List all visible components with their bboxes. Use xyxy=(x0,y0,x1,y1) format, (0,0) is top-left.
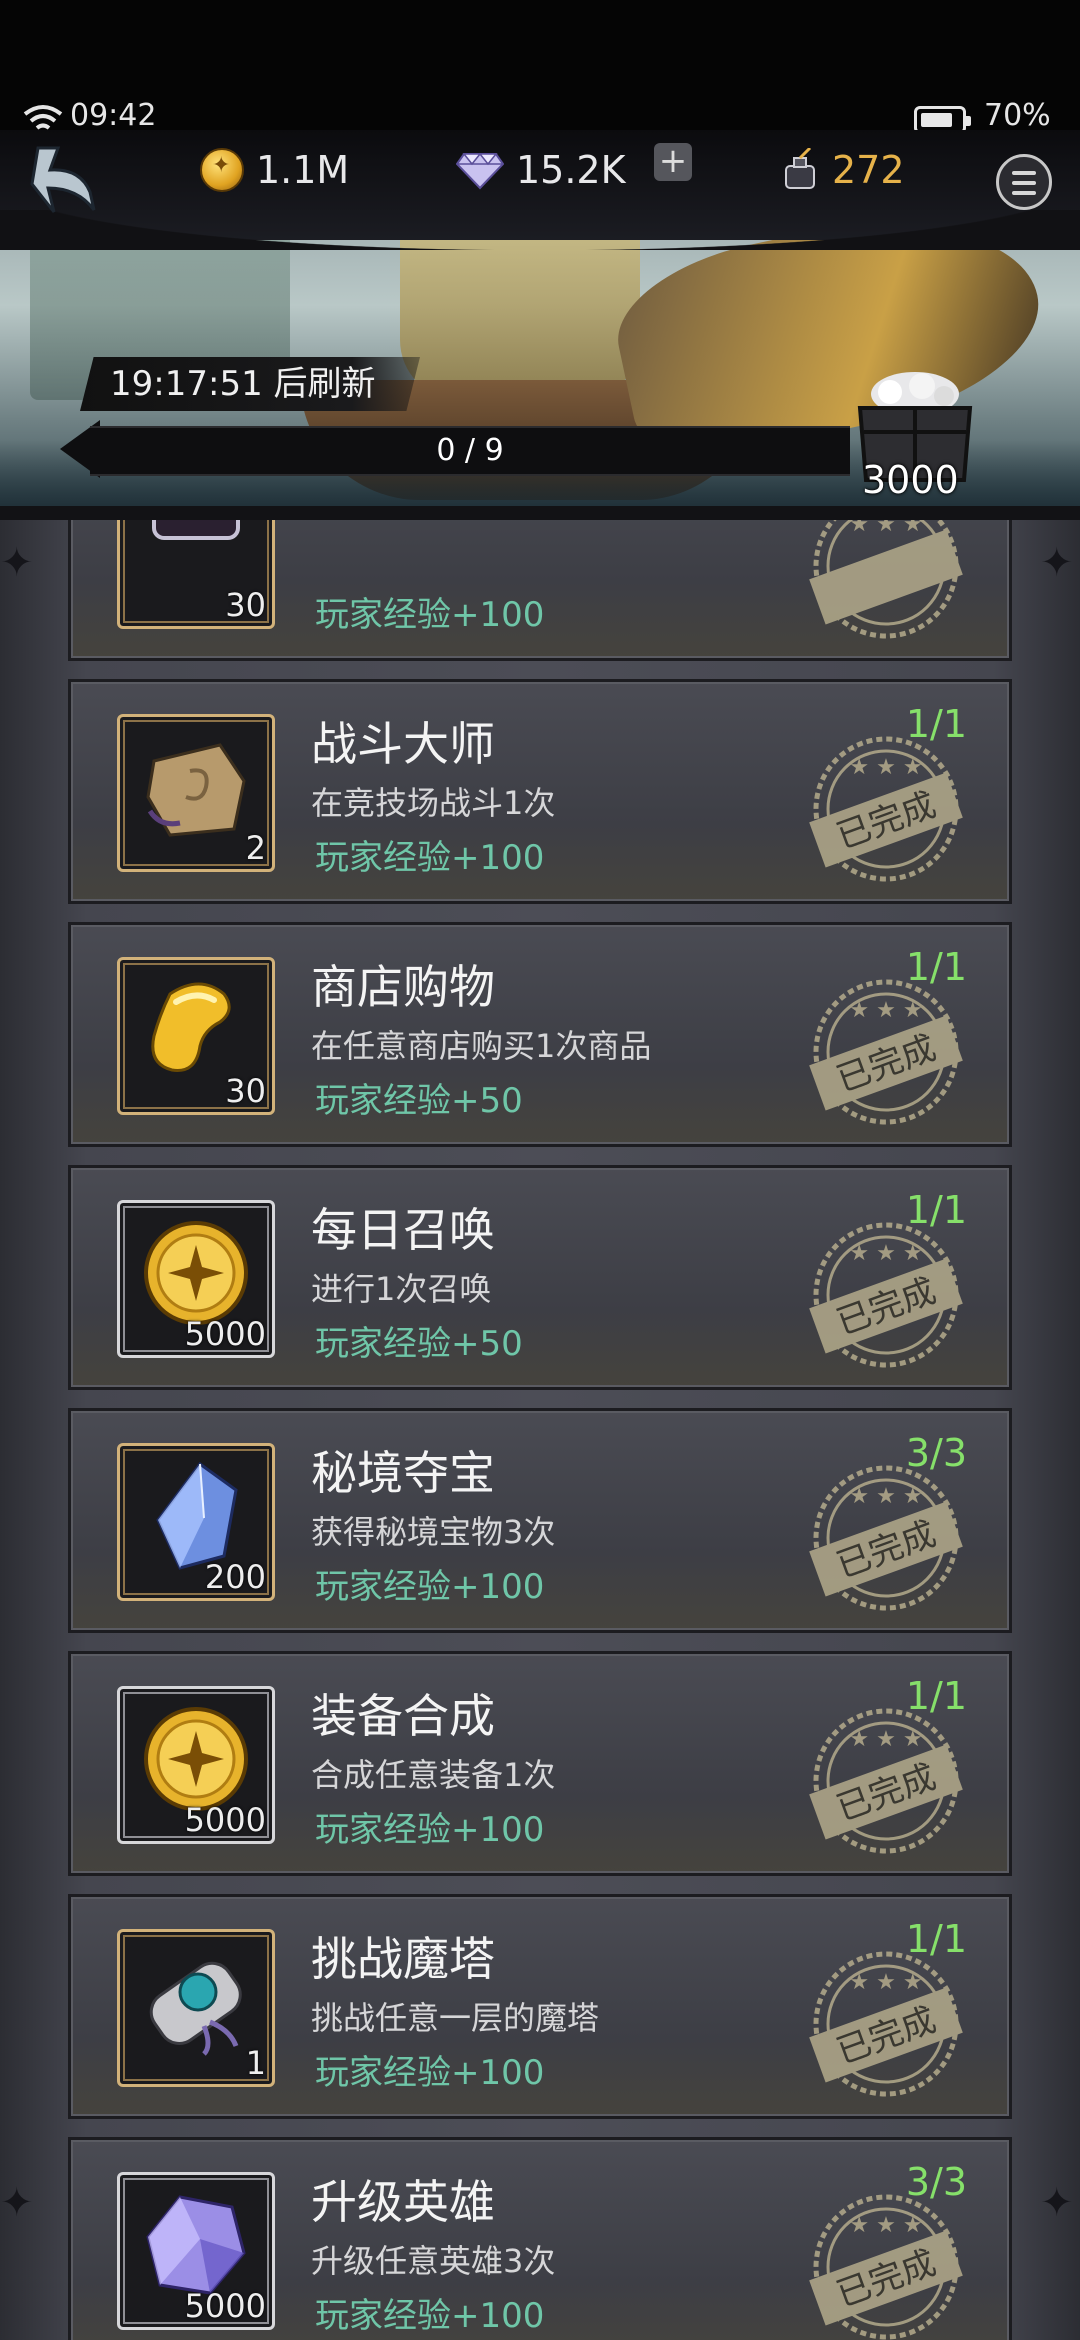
battery-percent: 70% xyxy=(984,98,1051,133)
gem-amount: 15.2K xyxy=(516,148,626,192)
progress-text: 0 / 9 xyxy=(436,433,504,468)
svg-text:★ ★ ★: ★ ★ ★ xyxy=(849,520,922,537)
task-exp-reward: 玩家经验+100 xyxy=(315,1810,545,1850)
reward-count: 30 xyxy=(225,1072,266,1110)
diamond-icon xyxy=(456,152,504,190)
svg-text:★ ★ ★: ★ ★ ★ xyxy=(849,1241,922,1266)
add-gems-button[interactable]: + xyxy=(654,143,692,181)
completed-stamp-icon: ★ ★ ★已完成 xyxy=(809,2194,963,2340)
task-exp-reward: 玩家经验+50 xyxy=(315,1324,523,1364)
corner-ornament: ✦ xyxy=(0,2180,34,2226)
reward-count: 1 xyxy=(245,2044,266,2082)
task-title: 升级英雄 xyxy=(311,2175,495,2229)
reward-item[interactable]: 200 xyxy=(117,1443,275,1601)
reward-item[interactable]: 30 xyxy=(117,520,275,629)
task-card[interactable]: 2 战斗大师 在竞技场战斗1次 玩家经验+100 1/1 ★ ★ ★ 已完成 xyxy=(68,679,1012,904)
corner-ornament: ✦ xyxy=(0,540,34,586)
gold-coin-icon xyxy=(144,1221,248,1325)
task-card[interactable]: 5000 装备合成 合成任意装备1次 玩家经验+100 1/1 ★ ★ ★ 已完成 xyxy=(68,1651,1012,1876)
blue-crystal-icon xyxy=(156,1461,238,1570)
reward-item[interactable]: 5000 xyxy=(117,1200,275,1358)
svg-text:★ ★ ★: ★ ★ ★ xyxy=(849,1484,922,1509)
task-description: 挑战任意一层的魔塔 xyxy=(311,1999,600,2037)
gold-resource: 1.1M xyxy=(200,145,349,195)
gold-coin-icon xyxy=(144,1707,248,1811)
completed-stamp-icon: ★ ★ ★已完成 xyxy=(809,1222,963,1368)
task-description: 合成任意装备1次 xyxy=(311,1756,556,1794)
ink-amount: 272 xyxy=(832,148,905,192)
task-title: 装备合成 xyxy=(311,1689,495,1743)
reward-count: 5000 xyxy=(184,1315,266,1353)
task-title: 战斗大师 xyxy=(311,717,495,771)
task-description: 获得秘境宝物3次 xyxy=(311,1513,556,1551)
corner-ornament: ✦ xyxy=(1040,540,1074,586)
task-card[interactable]: 30 玩家经验+100 ★ ★ ★ xyxy=(68,520,1012,661)
svg-text:★ ★ ★: ★ ★ ★ xyxy=(849,1970,922,1995)
reward-count: 5000 xyxy=(184,2287,266,2325)
task-list[interactable]: ✦ ✦ ✦ ✦ 30 玩家经验+100 ★ ★ ★ 2 战斗大师 在竞技场战斗1次 玩家经验… xyxy=(0,520,1080,2340)
task-exp-reward: 玩家经验+50 xyxy=(315,1081,523,1121)
status-bar: 09:42 70% xyxy=(0,0,1080,150)
task-card[interactable]: 200 秘境夺宝 获得秘境宝物3次 玩家经验+100 3/3 ★ ★ ★ 已完成 xyxy=(68,1408,1012,1633)
completed-stamp-icon: ★ ★ ★已完成 xyxy=(809,736,963,882)
completed-stamp-icon: ★ ★ ★ xyxy=(809,520,963,639)
gold-coin-icon xyxy=(200,148,244,192)
reward-item[interactable]: 2 xyxy=(117,714,275,872)
resource-bar-curve xyxy=(0,210,1080,250)
task-card[interactable]: 30 商店购物 在任意商店购买1次商品 玩家经验+50 1/1 ★ ★ ★ 已完成 xyxy=(68,922,1012,1147)
task-title: 每日召唤 xyxy=(311,1203,495,1257)
ink-bottle-icon xyxy=(785,148,815,189)
task-title: 商店购物 xyxy=(311,960,495,1014)
task-title: 秘境夺宝 xyxy=(311,1446,495,1500)
reward-item[interactable]: 30 xyxy=(117,957,275,1115)
task-description: 升级任意英雄3次 xyxy=(311,2242,556,2280)
task-exp-reward: 玩家经验+100 xyxy=(315,2053,545,2093)
gold-bean-icon xyxy=(151,982,231,1072)
reward-item[interactable]: 1 xyxy=(117,1929,275,2087)
task-description: 进行1次召唤 xyxy=(311,1270,492,1308)
completed-stamp-icon: ★ ★ ★已完成 xyxy=(809,979,963,1125)
map-scroll-icon xyxy=(146,743,246,837)
menu-button[interactable] xyxy=(996,154,1052,210)
reward-count: 5000 xyxy=(184,1801,266,1839)
task-exp-reward: 玩家经验+100 xyxy=(315,2296,545,2336)
completed-stamp-icon: ★ ★ ★已完成 xyxy=(809,1951,963,2097)
task-exp-reward: 玩家经验+100 xyxy=(315,838,545,878)
reward-count: 200 xyxy=(204,1558,266,1596)
ink-resource: 272 xyxy=(780,145,905,195)
sealed-scroll-icon xyxy=(149,1961,242,2056)
purple-crystal-icon xyxy=(146,2195,246,2295)
reward-item[interactable]: 5000 xyxy=(117,2172,275,2330)
task-card[interactable]: 5000 每日召唤 进行1次召唤 玩家经验+50 1/1 ★ ★ ★ 已完成 xyxy=(68,1165,1012,1390)
svg-text:★ ★ ★: ★ ★ ★ xyxy=(849,755,922,780)
task-description: 在竞技场战斗1次 xyxy=(311,784,556,822)
completed-stamp-icon: ★ ★ ★已完成 xyxy=(809,1708,963,1854)
task-card[interactable]: 1 挑战魔塔 挑战任意一层的魔塔 玩家经验+100 1/1 ★ ★ ★ 已完成 xyxy=(68,1894,1012,2119)
task-card[interactable]: 5000 升级英雄 升级任意英雄3次 玩家经验+100 3/3 ★ ★ ★ 已完成 xyxy=(68,2137,1012,2340)
svg-text:★ ★ ★: ★ ★ ★ xyxy=(849,998,922,1023)
corner-ornament: ✦ xyxy=(1040,2180,1074,2226)
reward-item[interactable]: 5000 xyxy=(117,1686,275,1844)
task-exp-reward: 玩家经验+100 xyxy=(315,1567,545,1607)
task-description: 在任意商店购买1次商品 xyxy=(311,1027,652,1065)
back-button[interactable] xyxy=(28,140,100,220)
svg-text:★ ★ ★: ★ ★ ★ xyxy=(849,1727,922,1752)
progress-bar: 0 / 9 xyxy=(90,426,850,476)
task-title: 挑战魔塔 xyxy=(311,1932,495,1986)
clock: 09:42 xyxy=(70,98,157,133)
completed-stamp-icon: ★ ★ ★已完成 xyxy=(809,1465,963,1611)
refresh-timer: 19:17:51 后刷新 xyxy=(80,357,420,411)
reward-count: 30 xyxy=(225,586,266,624)
chest-reward: 3000 xyxy=(862,458,959,502)
gold-amount: 1.1M xyxy=(256,148,350,192)
gem-resource: 15.2K xyxy=(456,145,626,195)
svg-text:★ ★ ★: ★ ★ ★ xyxy=(849,2213,922,2238)
reward-count: 2 xyxy=(245,829,266,867)
task-exp-reward: 玩家经验+100 xyxy=(315,595,545,635)
